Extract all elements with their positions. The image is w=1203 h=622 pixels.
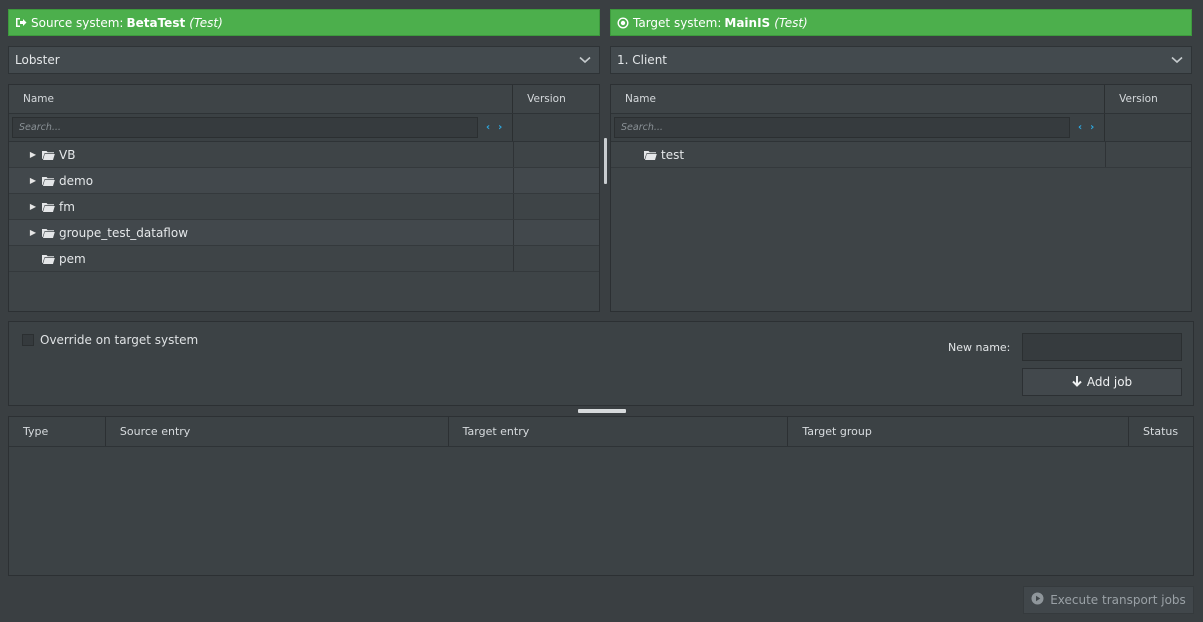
tree-row-label: groupe_test_dataflow: [59, 225, 189, 240]
caret-right-icon[interactable]: ▶: [28, 150, 38, 159]
dot-circle-icon: [617, 16, 629, 29]
resize-handle[interactable]: [578, 409, 626, 413]
play-circle-icon: [1031, 592, 1044, 608]
column-target-entry[interactable]: Target entry: [449, 417, 789, 446]
folder-icon: [42, 228, 55, 238]
column-target-group[interactable]: Target group: [788, 417, 1130, 446]
column-source-entry[interactable]: Source entry: [106, 417, 449, 446]
column-name[interactable]: Name: [611, 85, 1106, 113]
execute-label: Execute transport jobs: [1050, 593, 1186, 607]
tree-row-label: fm: [59, 199, 75, 214]
chevron-left-icon[interactable]: ‹: [486, 122, 490, 133]
folder-icon: [644, 150, 657, 160]
new-name-label: New name:: [948, 341, 1011, 354]
add-job-label: Add job: [1086, 375, 1133, 389]
source-tree-panel: Name Version Search... ‹ › ▶ VB ▶ demo ▶…: [8, 84, 600, 312]
target-group-value: 1. Client: [617, 53, 668, 67]
target-search-row: Search... ‹ ›: [611, 114, 1191, 142]
source-system-env: (Test): [189, 15, 223, 30]
column-name[interactable]: Name: [9, 85, 514, 113]
source-tree-rows: ▶ VB ▶ demo ▶ fm ▶ groupe_test_dataflow …: [9, 142, 599, 272]
source-repository-select[interactable]: Lobster: [8, 46, 600, 74]
job-options-panel: Override on target system New name: Add …: [8, 321, 1194, 406]
chevron-down-icon: [579, 53, 591, 67]
folder-icon: [42, 150, 55, 160]
folder-icon: [42, 176, 55, 186]
target-search-input[interactable]: Search...: [614, 117, 1070, 138]
tree-row-label: VB: [59, 147, 76, 162]
target-system-name: MainIS: [724, 15, 771, 30]
tree-row[interactable]: test: [611, 142, 1191, 168]
transport-jobs-table: Type Source entry Target entry Target gr…: [8, 416, 1194, 576]
source-search-row: Search... ‹ ›: [9, 114, 599, 142]
folder-icon: [42, 254, 55, 264]
sign-out-icon: [15, 17, 27, 29]
tree-row-label: demo: [59, 173, 94, 188]
chevron-right-icon[interactable]: ›: [1090, 122, 1094, 133]
target-tree-panel: Name Version Search... ‹ › test: [610, 84, 1192, 312]
target-tree-header: Name Version: [611, 85, 1191, 114]
tree-row[interactable]: ▶ VB: [9, 142, 599, 168]
new-name-input[interactable]: [1022, 333, 1182, 361]
source-system-name: BetaTest: [126, 15, 186, 30]
folder-icon: [42, 202, 55, 212]
tree-row[interactable]: ▶ demo: [9, 168, 599, 194]
target-group-select[interactable]: 1. Client: [610, 46, 1192, 74]
source-search-input[interactable]: Search...: [12, 117, 478, 138]
override-option[interactable]: Override on target system: [22, 333, 198, 347]
column-version[interactable]: Version: [513, 85, 599, 113]
tree-row[interactable]: ▶ fm: [9, 194, 599, 220]
source-system-prefix: Source system:: [31, 15, 124, 30]
target-system-prefix: Target system:: [633, 15, 722, 30]
execute-transport-jobs-button[interactable]: Execute transport jobs: [1023, 586, 1194, 614]
chevron-down-icon: [1171, 53, 1183, 67]
column-type[interactable]: Type: [9, 417, 106, 446]
jobs-table-header: Type Source entry Target entry Target gr…: [9, 417, 1193, 447]
chevron-right-icon[interactable]: ›: [498, 122, 502, 133]
target-tree-rows: test: [611, 142, 1191, 168]
source-system-header: Source system: BetaTest (Test): [8, 9, 600, 36]
tree-row-label: pem: [59, 251, 86, 266]
column-status[interactable]: Status: [1129, 417, 1193, 446]
scrollbar[interactable]: [604, 138, 607, 184]
source-repository-value: Lobster: [15, 53, 60, 67]
source-tree-header: Name Version: [9, 85, 599, 114]
override-label: Override on target system: [40, 333, 199, 347]
chevron-left-icon[interactable]: ‹: [1078, 122, 1082, 133]
target-system-env: (Test): [774, 15, 808, 30]
override-checkbox[interactable]: [22, 334, 34, 346]
tree-row[interactable]: pem: [9, 246, 599, 272]
add-job-button[interactable]: Add job: [1022, 368, 1182, 396]
arrow-down-icon: [1072, 375, 1082, 390]
tree-row[interactable]: ▶ groupe_test_dataflow: [9, 220, 599, 246]
tree-row-label: test: [661, 147, 685, 162]
target-system-header: Target system: MainIS (Test): [610, 9, 1192, 36]
caret-right-icon[interactable]: ▶: [28, 176, 38, 185]
caret-right-icon[interactable]: ▶: [28, 202, 38, 211]
caret-right-icon[interactable]: ▶: [28, 228, 38, 237]
column-version[interactable]: Version: [1105, 85, 1191, 113]
